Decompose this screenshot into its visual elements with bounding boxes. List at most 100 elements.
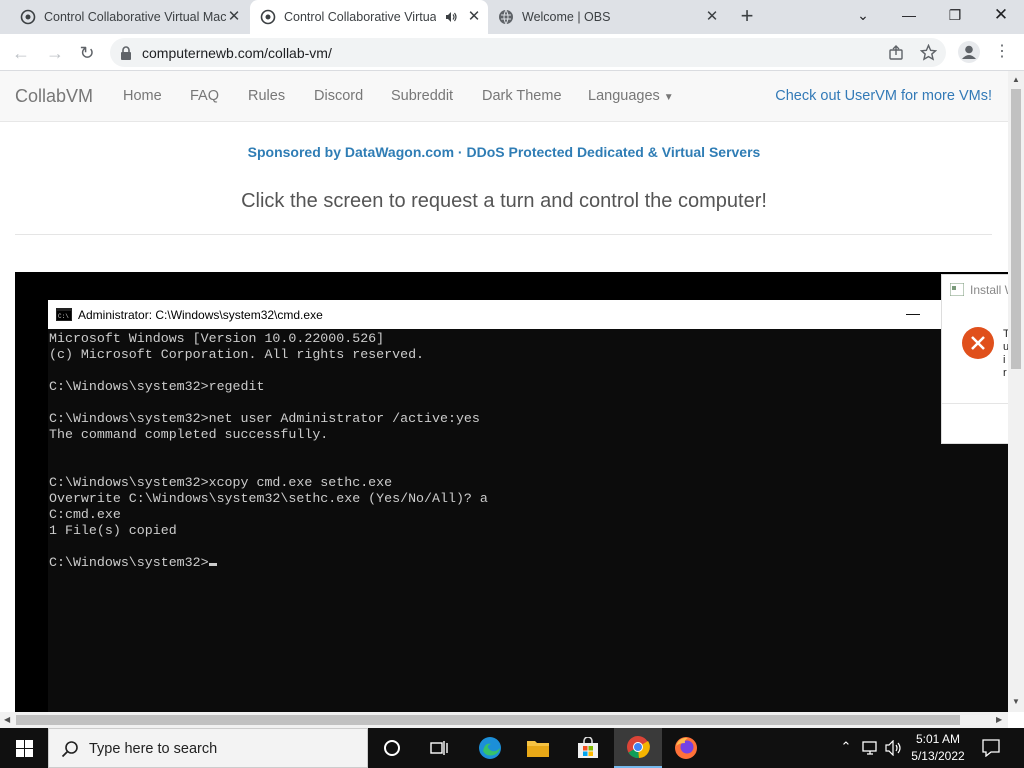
cmd-line bbox=[49, 459, 488, 475]
kebab-menu-icon[interactable]: ⋮ bbox=[994, 42, 1010, 62]
scroll-right-arrow-icon[interactable]: ▶ bbox=[996, 715, 1002, 724]
share-icon[interactable] bbox=[888, 45, 904, 61]
site-brand[interactable]: CollabVM bbox=[15, 86, 93, 107]
scroll-up-arrow-icon[interactable]: ▲ bbox=[1012, 75, 1020, 84]
close-tab-icon[interactable]: ✕ bbox=[704, 9, 720, 25]
text-cursor bbox=[208, 563, 217, 566]
address-bar[interactable]: computernewb.com/collab-vm/ bbox=[110, 38, 946, 67]
back-arrow-icon[interactable]: ← bbox=[8, 40, 34, 66]
cmd-app-icon: C:\ bbox=[56, 308, 72, 321]
url-text: computernewb.com/collab-vm/ bbox=[142, 45, 332, 61]
cmd-title: Administrator: C:\Windows\system32\cmd.e… bbox=[78, 308, 323, 322]
cmd-line bbox=[49, 363, 488, 379]
globe-icon bbox=[499, 9, 513, 25]
chrome-taskbar-icon[interactable] bbox=[614, 728, 662, 768]
cmd-line bbox=[49, 539, 488, 555]
turn-prompt: Click the screen to request a turn and c… bbox=[241, 190, 767, 212]
nav-dark-theme[interactable]: Dark Theme bbox=[482, 88, 562, 104]
site-navbar: CollabVM Home FAQ Rules Discord Subreddi… bbox=[0, 71, 1008, 122]
search-icon bbox=[61, 741, 78, 758]
lock-icon[interactable] bbox=[120, 46, 132, 60]
cmd-line bbox=[49, 395, 488, 411]
cmd-line: The command completed successfully. bbox=[49, 427, 329, 442]
scroll-left-arrow-icon[interactable]: ◀ bbox=[4, 715, 10, 724]
cmd-line: Microsoft Windows [Version 10.0.22000.52… bbox=[49, 331, 385, 346]
cmd-line: C:\Windows\system32>net user Administrat… bbox=[49, 411, 480, 426]
browser-toolbar: ← → ↻ computernewb.com/collab-vm/ ⋮ bbox=[0, 34, 1024, 71]
restore-window-icon[interactable]: ❐ bbox=[932, 0, 978, 30]
taskbar-clock[interactable]: 5:01 AM 5/13/2022 bbox=[900, 731, 976, 765]
page-content: CollabVM Home FAQ Rules Discord Subreddi… bbox=[0, 71, 1008, 712]
browser-tab[interactable]: Welcome | OBS ✕ bbox=[490, 0, 726, 34]
notification-center-icon[interactable] bbox=[982, 739, 1000, 757]
install-dialog-title: Install W bbox=[970, 283, 1008, 297]
cmd-minimize-icon[interactable]: — bbox=[906, 305, 920, 321]
nav-faq[interactable]: FAQ bbox=[190, 88, 219, 104]
show-hidden-icons-chevron-up-icon[interactable]: ⌃ bbox=[838, 739, 854, 757]
cmd-output[interactable]: Microsoft Windows [Version 10.0.22000.52… bbox=[49, 331, 488, 571]
scroll-down-arrow-icon[interactable]: ▼ bbox=[1012, 697, 1020, 706]
profile-avatar-icon[interactable] bbox=[958, 41, 980, 63]
error-x-icon bbox=[962, 327, 994, 359]
cmd-line: 1 File(s) copied bbox=[49, 523, 177, 538]
close-tab-icon[interactable]: ✕ bbox=[466, 9, 482, 25]
installer-window-icon bbox=[950, 283, 964, 296]
nav-subreddit[interactable]: Subreddit bbox=[391, 88, 453, 104]
nav-discord[interactable]: Discord bbox=[314, 88, 363, 104]
sponsor-link[interactable]: Sponsored by DataWagon.com · DDoS Protec… bbox=[0, 144, 1008, 160]
nav-languages-label: Languages bbox=[588, 88, 660, 104]
browser-tab-title: Welcome | OBS bbox=[522, 10, 611, 24]
svg-text:C:\: C:\ bbox=[58, 313, 69, 320]
clock-date: 5/13/2022 bbox=[911, 749, 965, 763]
close-window-icon[interactable]: ✕ bbox=[978, 0, 1024, 30]
cmd-prompt-line: C:\Windows\system32> bbox=[49, 555, 488, 571]
cmd-window[interactable]: C:\ Administrator: C:\Windows\system32\c… bbox=[48, 300, 1008, 712]
cmd-line: Overwrite C:\Windows\system32\sethc.exe … bbox=[49, 491, 488, 506]
install-dialog[interactable]: Install W Tuir bbox=[941, 274, 1008, 444]
task-view-icon[interactable] bbox=[416, 728, 464, 768]
taskbar-search-box[interactable]: Type here to search bbox=[48, 728, 368, 768]
browser-tab-title: Control Collaborative Virtual Machines bbox=[284, 10, 436, 24]
clock-time: 5:01 AM bbox=[915, 732, 961, 746]
caret-down-icon: ▼ bbox=[663, 92, 674, 103]
taskbar-search-placeholder: Type here to search bbox=[89, 741, 218, 757]
forward-arrow-icon[interactable]: → bbox=[42, 40, 68, 66]
browser-tab-strip: Control Collaborative Virtual Machines ✕… bbox=[0, 0, 1024, 34]
vertical-scrollbar-thumb[interactable] bbox=[1011, 89, 1021, 369]
nav-home[interactable]: Home bbox=[123, 88, 162, 104]
nav-rules[interactable]: Rules bbox=[248, 88, 285, 104]
cmd-line: C:\Windows\system32>xcopy cmd.exe sethc.… bbox=[49, 475, 393, 490]
divider bbox=[15, 234, 992, 235]
horizontal-scrollbar[interactable]: ◀ ▶ bbox=[0, 712, 1008, 728]
close-tab-icon[interactable]: ✕ bbox=[226, 9, 242, 25]
collabvm-favicon-icon bbox=[20, 9, 36, 25]
windows-start-icon[interactable] bbox=[16, 740, 33, 757]
bookmark-star-icon[interactable] bbox=[920, 44, 937, 61]
new-tab-icon[interactable]: + bbox=[735, 5, 759, 29]
network-icon[interactable] bbox=[862, 740, 880, 756]
horizontal-scrollbar-thumb[interactable] bbox=[16, 715, 960, 725]
cortana-icon[interactable] bbox=[368, 728, 416, 768]
nav-languages-dropdown[interactable]: Languages ▼ bbox=[588, 88, 674, 104]
browser-tab-active[interactable]: Control Collaborative Virtual Machines ✕ bbox=[250, 0, 488, 34]
collabvm-favicon-icon bbox=[260, 9, 276, 25]
vertical-scrollbar[interactable]: ▲ ▼ bbox=[1008, 71, 1024, 712]
reload-icon[interactable]: ↻ bbox=[74, 40, 100, 66]
microsoft-store-icon[interactable] bbox=[564, 728, 612, 768]
cmd-line: C:\Windows\system32>regedit bbox=[49, 379, 265, 394]
file-explorer-icon[interactable] bbox=[514, 728, 562, 768]
dialog-divider bbox=[942, 403, 1008, 404]
audio-playing-icon[interactable] bbox=[444, 10, 458, 24]
install-msg-char: r bbox=[1003, 367, 1007, 379]
vm-screen[interactable]: C:\ Administrator: C:\Windows\system32\c… bbox=[15, 272, 1008, 712]
tab-search-chevron-down-icon[interactable]: ⌄ bbox=[840, 0, 886, 30]
cmd-line: C:cmd.exe bbox=[49, 507, 121, 522]
browser-tab[interactable]: Control Collaborative Virtual Machines ✕ bbox=[12, 0, 248, 34]
cmd-line: (c) Microsoft Corporation. All rights re… bbox=[49, 347, 425, 362]
edge-browser-icon[interactable] bbox=[466, 728, 514, 768]
firefox-icon[interactable] bbox=[662, 728, 710, 768]
minimize-window-icon[interactable]: — bbox=[886, 0, 932, 30]
cmd-titlebar[interactable]: C:\ Administrator: C:\Windows\system32\c… bbox=[48, 300, 1008, 329]
browser-tab-title: Control Collaborative Virtual Machines bbox=[44, 10, 226, 24]
uservm-link[interactable]: Check out UserVM for more VMs! bbox=[775, 88, 992, 104]
